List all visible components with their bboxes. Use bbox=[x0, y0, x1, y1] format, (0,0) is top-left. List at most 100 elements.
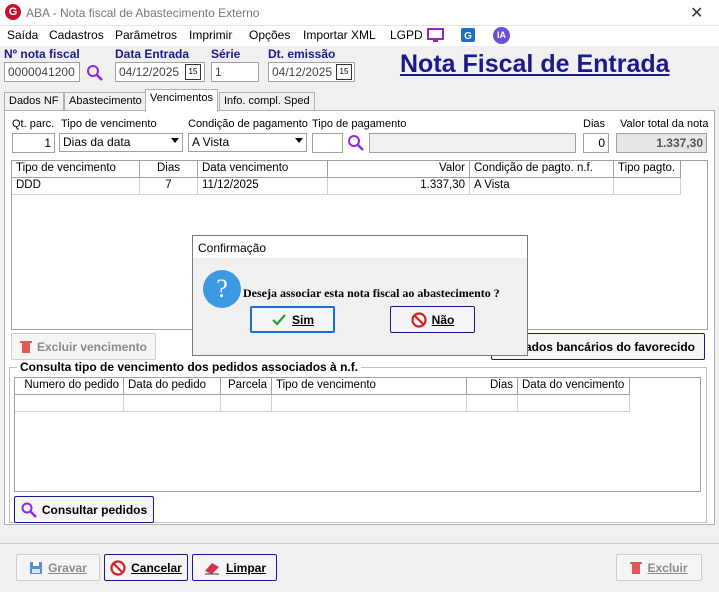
floppy-disk-icon bbox=[30, 561, 43, 574]
qt-parc-label: Qt. parc. bbox=[12, 118, 55, 130]
excluir-button[interactable]: Excluir bbox=[616, 554, 702, 581]
check-icon bbox=[272, 313, 286, 326]
question-icon: ? bbox=[203, 270, 241, 308]
col-header[interactable]: Data vencimento bbox=[198, 161, 328, 178]
nota-label: Nº nota fiscal bbox=[4, 47, 80, 61]
menu-opcoes[interactable]: Opções bbox=[249, 28, 290, 42]
search-icon[interactable] bbox=[347, 134, 365, 152]
consultar-pedidos-button[interactable]: Consultar pedidos bbox=[14, 496, 154, 523]
tipo-venc-label: Tipo de vencimento bbox=[61, 118, 157, 130]
close-icon[interactable]: ✕ bbox=[690, 3, 703, 23]
consulta-title: Consulta tipo de vencimento dos pedidos … bbox=[17, 360, 362, 374]
table-cell[interactable] bbox=[221, 395, 272, 412]
table-cell[interactable]: A Vista bbox=[470, 178, 614, 195]
excluir-vencimento-label: Excluir vencimento bbox=[36, 339, 148, 354]
table-cell[interactable]: 1.337,30 bbox=[328, 178, 470, 195]
dias-field[interactable]: 0 bbox=[583, 133, 609, 153]
tab-vencimentos[interactable]: Vencimentos bbox=[145, 89, 218, 112]
title-bar: G ABA - Nota fiscal de Abastecimento Ext… bbox=[0, 0, 719, 26]
table-cell[interactable] bbox=[272, 395, 467, 412]
dialog-title: Confirmação bbox=[193, 236, 527, 258]
menu-lgpd[interactable]: LGPD bbox=[390, 28, 423, 42]
cond-pag-select[interactable]: A Vista bbox=[188, 133, 307, 152]
tipo-pag-field[interactable] bbox=[312, 133, 343, 153]
tab-abastecimento[interactable]: Abastecimento bbox=[64, 92, 147, 111]
search-icon[interactable] bbox=[86, 64, 104, 82]
col-header[interactable]: Tipo de vencimento bbox=[12, 161, 140, 178]
valor-total-label: Valor total da nota bbox=[620, 118, 709, 130]
dialog-message: Deseja associar esta nota fiscal ao abas… bbox=[243, 286, 500, 300]
nao-button[interactable]: Não bbox=[390, 306, 475, 333]
menu-bar: Saída Cadastros Parâmetros Imprimir Opçõ… bbox=[0, 26, 719, 46]
table-cell[interactable] bbox=[467, 395, 518, 412]
menu-parametros[interactable]: Parâmetros bbox=[115, 28, 177, 42]
table-cell[interactable] bbox=[124, 395, 221, 412]
cond-pag-value: A Vista bbox=[192, 135, 230, 149]
table-cell[interactable]: DDD bbox=[12, 178, 140, 195]
page-title: Nota Fiscal de Entrada bbox=[400, 50, 670, 78]
col-header[interactable]: Numero do pedido bbox=[15, 378, 124, 395]
tab-info-sped[interactable]: Info. compl. Sped bbox=[219, 92, 315, 111]
col-header[interactable]: Tipo de vencimento bbox=[272, 378, 467, 395]
nota-field[interactable]: 0000041200 bbox=[4, 62, 80, 82]
dados-bancarios-label: dados bancários do favorecido bbox=[517, 339, 695, 354]
serie-field[interactable]: 1 bbox=[211, 62, 259, 82]
ia-icon[interactable]: IA bbox=[493, 27, 510, 44]
cond-pag-label: Condição de pagamento bbox=[188, 118, 308, 130]
gravar-label: Gravar bbox=[48, 560, 87, 575]
window-title: ABA - Nota fiscal de Abastecimento Exter… bbox=[26, 6, 260, 20]
col-header[interactable]: Dias bbox=[467, 378, 518, 395]
table-cell[interactable] bbox=[15, 395, 124, 412]
chevron-down-icon[interactable] bbox=[171, 138, 179, 143]
nao-label: Não bbox=[431, 312, 455, 327]
chevron-down-icon[interactable] bbox=[295, 138, 303, 143]
svg-text:G: G bbox=[464, 31, 472, 42]
search-icon bbox=[21, 502, 37, 518]
app-logo-icon: G bbox=[5, 4, 21, 20]
excluir-vencimento-button[interactable]: Excluir vencimento bbox=[11, 333, 156, 360]
eraser-icon bbox=[204, 562, 219, 574]
g-app-icon[interactable]: G bbox=[460, 27, 476, 43]
limpar-button[interactable]: Limpar bbox=[192, 554, 277, 581]
calendar-icon[interactable]: 15 bbox=[185, 64, 201, 80]
serie-label: Série bbox=[211, 47, 241, 61]
menu-importar-xml[interactable]: Importar XML bbox=[303, 28, 376, 42]
sim-button[interactable]: Sim bbox=[250, 306, 335, 333]
table-cell[interactable] bbox=[614, 178, 681, 195]
table-cell[interactable]: 7 bbox=[140, 178, 198, 195]
trash-icon bbox=[630, 561, 643, 574]
table-cell[interactable] bbox=[518, 395, 630, 412]
col-header[interactable]: Valor bbox=[328, 161, 470, 178]
limpar-label: Limpar bbox=[225, 560, 266, 575]
tipo-pag-desc-field bbox=[369, 133, 576, 153]
col-header[interactable]: Data do pedido bbox=[124, 378, 221, 395]
consulta-grid[interactable]: Numero do pedido Data do pedido Parcela … bbox=[14, 377, 701, 492]
col-header[interactable]: Data do vencimento bbox=[518, 378, 630, 395]
calendar-icon[interactable]: 15 bbox=[336, 64, 352, 80]
trash-icon bbox=[19, 340, 32, 353]
tipo-venc-select[interactable]: Dias da data bbox=[59, 133, 183, 152]
cancelar-label: Cancelar bbox=[131, 560, 182, 575]
gravar-button[interactable]: Gravar bbox=[16, 554, 100, 581]
emissao-label: Dt. emissão bbox=[268, 47, 336, 61]
tab-dados-nf[interactable]: Dados NF bbox=[4, 92, 64, 111]
menu-saida[interactable]: Saída bbox=[7, 28, 38, 42]
col-header[interactable]: Tipo pagto. bbox=[614, 161, 681, 178]
menu-cadastros[interactable]: Cadastros bbox=[49, 28, 104, 42]
valor-total-field: 1.337,30 bbox=[616, 133, 707, 153]
cancelar-button[interactable]: Cancelar bbox=[104, 554, 188, 581]
table-cell[interactable]: 11/12/2025 bbox=[198, 178, 328, 195]
consultar-pedidos-label: Consultar pedidos bbox=[41, 502, 148, 517]
col-header[interactable]: Parcela bbox=[221, 378, 272, 395]
sim-label: Sim bbox=[291, 312, 314, 327]
menu-imprimir[interactable]: Imprimir bbox=[189, 28, 232, 42]
monitor-icon[interactable] bbox=[427, 28, 445, 43]
col-header[interactable]: Condição de pagto. n.f. bbox=[470, 161, 614, 178]
tipo-venc-value: Dias da data bbox=[63, 135, 131, 149]
excluir-label: Excluir bbox=[647, 560, 688, 575]
col-header[interactable]: Dias bbox=[140, 161, 198, 178]
cancel-icon bbox=[411, 311, 427, 328]
cancel-icon bbox=[110, 559, 126, 576]
qt-parc-field[interactable]: 1 bbox=[12, 133, 55, 153]
dias-label: Dias bbox=[583, 118, 606, 130]
